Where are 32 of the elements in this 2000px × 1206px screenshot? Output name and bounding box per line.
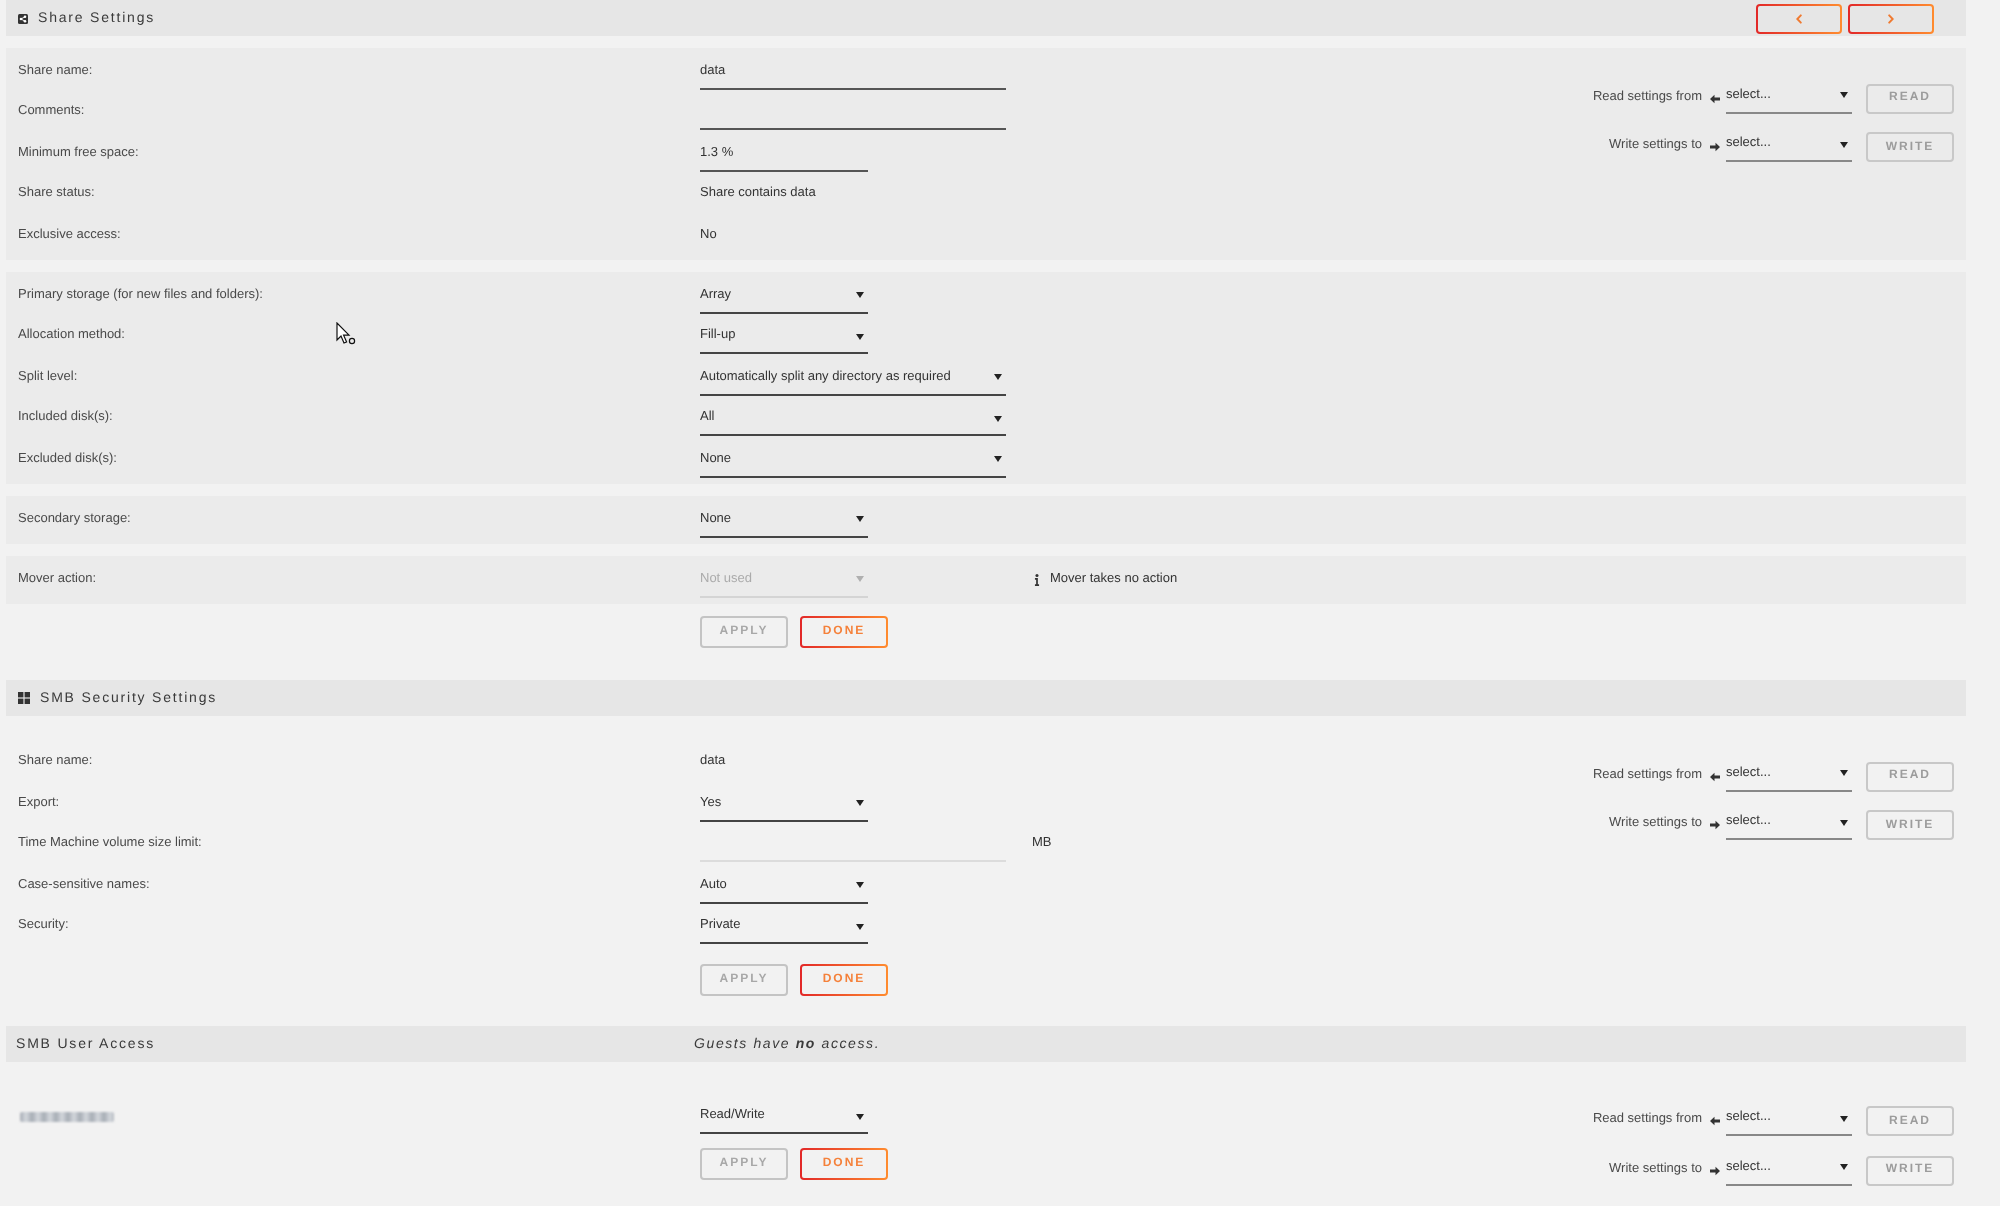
caret-down-icon xyxy=(994,415,1002,421)
next-button[interactable] xyxy=(1848,3,1934,33)
share-icon xyxy=(18,13,28,23)
caret-down-icon xyxy=(856,800,864,806)
caret-down-icon xyxy=(856,516,864,522)
caret-down-icon xyxy=(994,374,1002,380)
info-icon xyxy=(1034,573,1040,585)
caret-down-icon xyxy=(1840,819,1848,825)
arrow-right-icon xyxy=(1710,1165,1720,1175)
caret-down-icon xyxy=(856,882,864,888)
caret-down-icon xyxy=(1840,141,1848,147)
caret-down-icon xyxy=(1840,92,1848,98)
caret-down-icon xyxy=(1840,1115,1848,1121)
arrow-left-icon xyxy=(1710,1116,1720,1126)
chevron-right-icon xyxy=(1888,13,1894,23)
caret-down-icon xyxy=(994,456,1002,462)
caret-down-icon xyxy=(856,333,864,339)
chevron-left-icon xyxy=(1796,13,1802,23)
caret-down-icon xyxy=(1840,1164,1848,1170)
caret-down-icon xyxy=(1840,770,1848,776)
windows-icon xyxy=(18,692,30,704)
mouse-cursor-icon xyxy=(336,322,356,346)
arrow-right-icon xyxy=(1710,820,1720,830)
caret-down-icon xyxy=(856,923,864,929)
caret-down-icon xyxy=(856,1113,864,1119)
arrow-right-icon xyxy=(1710,142,1720,152)
blurred-username xyxy=(20,1112,114,1122)
caret-down-icon xyxy=(856,576,864,582)
arrow-left-icon xyxy=(1710,93,1720,103)
caret-down-icon xyxy=(856,292,864,298)
arrow-left-icon xyxy=(1710,771,1720,781)
previous-button[interactable] xyxy=(1756,3,1842,33)
